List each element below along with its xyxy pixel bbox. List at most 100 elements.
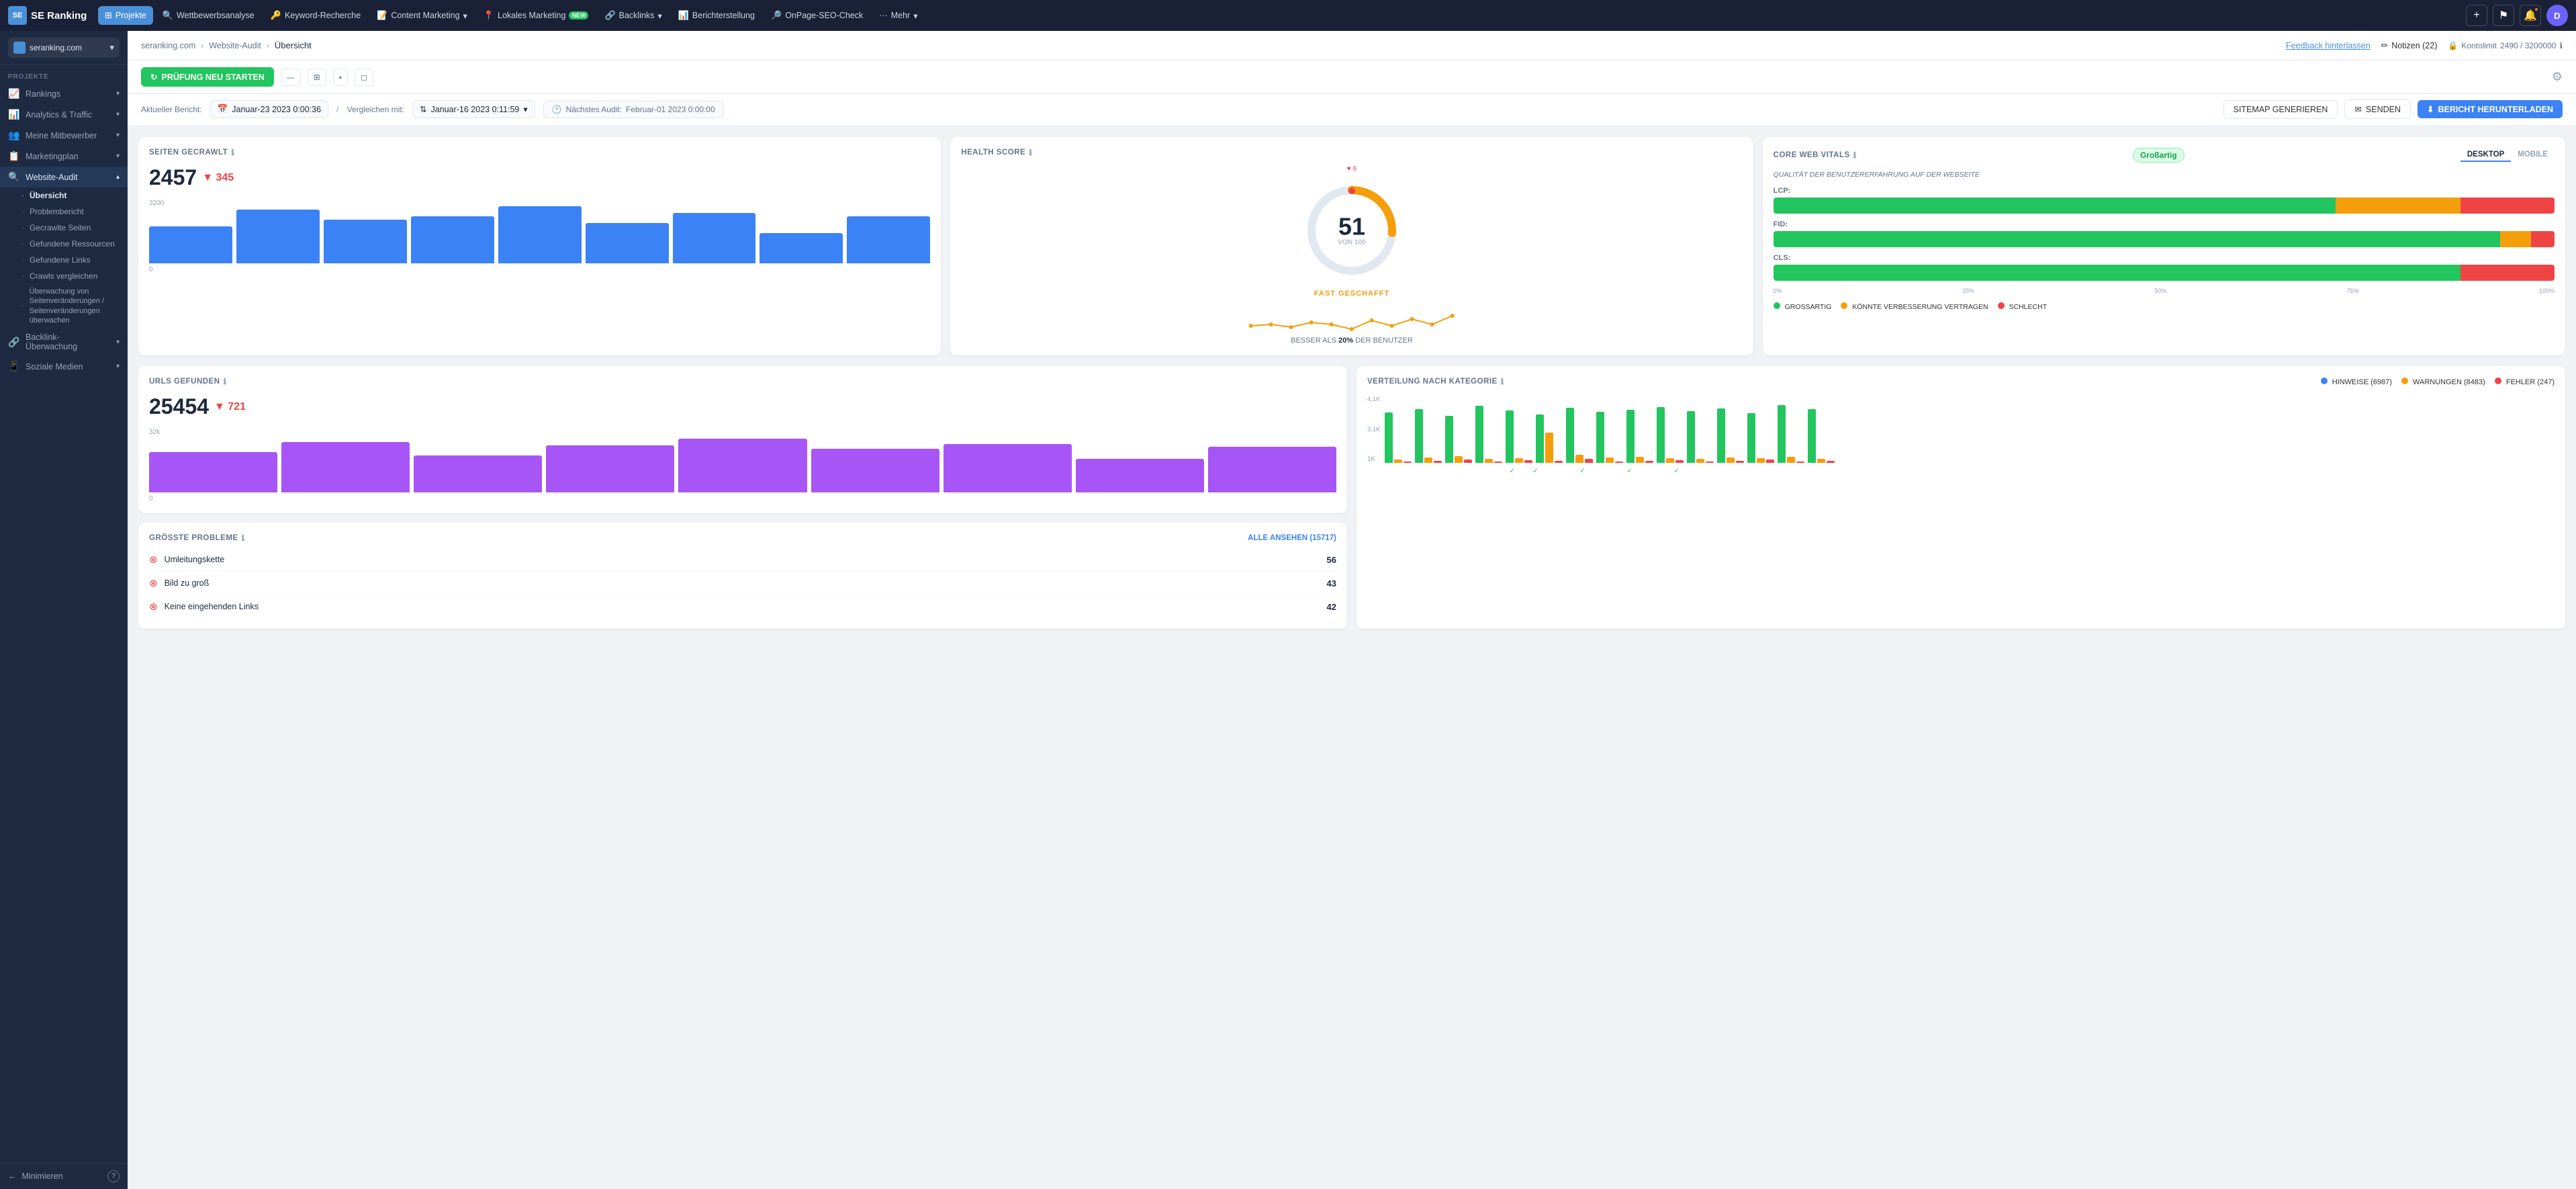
submenu-problembericht[interactable]: Problembericht bbox=[21, 204, 128, 220]
flag-button[interactable]: ⚑ bbox=[2493, 5, 2514, 26]
probleme-info-icon[interactable]: ℹ bbox=[242, 533, 245, 543]
cwv-cls-label: CLS: bbox=[1774, 254, 2555, 262]
vert-bar-2 bbox=[1555, 461, 1563, 463]
submenu-uberwachung[interactable]: Überwachung von Seitenveränderungen / Se… bbox=[21, 284, 128, 328]
sidebar-item-mitbewerber[interactable]: 👥 Meine Mitbewerber ▾ bbox=[0, 125, 128, 146]
add-button[interactable]: + bbox=[2466, 5, 2487, 26]
urls-y-min: 0 bbox=[149, 495, 1336, 502]
cwv-lcp-good bbox=[1774, 197, 2336, 214]
sidebar-item-marketingplan[interactable]: 📋 Marketingplan ▾ bbox=[0, 146, 128, 167]
submenu-ubersicht[interactable]: Übersicht bbox=[21, 187, 128, 204]
cwv-legend-good: GROSSARTIG bbox=[1774, 302, 1832, 311]
toolbar-action-3[interactable]: ▪ bbox=[333, 69, 348, 86]
health-score-title-text: HEALTH SCORE bbox=[961, 148, 1025, 157]
app-logo[interactable]: SE SE Ranking bbox=[8, 6, 89, 25]
sidebar-item-analytics[interactable]: 📊 Analytics & Traffic ▾ bbox=[0, 104, 128, 125]
download-button[interactable]: ⬇ BERICHT HERUNTERLADEN bbox=[2418, 100, 2563, 118]
donut-score: 51 bbox=[1338, 215, 1365, 239]
breadcrumb-seranking[interactable]: seranking.com bbox=[141, 41, 195, 50]
onpage-label: OnPage-SEO-Check bbox=[785, 11, 863, 20]
sidebar-item-soziale-medien[interactable]: 📱 Soziale Medien ▾ bbox=[0, 356, 128, 377]
compare-arrow-icon: ▾ bbox=[523, 104, 527, 114]
notifications-button[interactable]: 🔔 bbox=[2520, 5, 2541, 26]
submenu-gecrawlte-seiten[interactable]: Gecrawlte Seiten bbox=[21, 220, 128, 236]
nav-backlinks[interactable]: 🔗 Backlinks ▾ bbox=[598, 6, 668, 25]
project-selector[interactable]: seranking.com ▾ bbox=[0, 31, 128, 65]
seiten-bar bbox=[586, 223, 669, 263]
compare-icon: ⇅ bbox=[420, 104, 426, 114]
backlink-uberwachung-icon: 🔗 bbox=[8, 337, 20, 348]
nav-content[interactable]: 📝 Content Marketing ▾ bbox=[370, 6, 474, 25]
submenu-crawls-vergleichen[interactable]: Crawls vergleichen bbox=[21, 268, 128, 284]
prufung-neu-starten-button[interactable]: ↻ PRÜFUNG NEU STARTEN bbox=[141, 67, 274, 87]
aktueller-date-picker[interactable]: 📅 Januar-23 2023 0:00:36 bbox=[210, 100, 328, 118]
projekte-icon: ⊞ bbox=[105, 10, 112, 21]
date-divider: / bbox=[336, 104, 339, 114]
cwv-lcp-label: LCP: bbox=[1774, 187, 2555, 195]
senden-button[interactable]: ✉ SENDEN bbox=[2344, 99, 2411, 119]
verteilung-legend: HINWEISE (6987) WARNUNGEN (8483) FEHLER … bbox=[2321, 378, 2555, 386]
lokales-icon: 📍 bbox=[484, 10, 494, 21]
sidebar-item-website-audit[interactable]: 🔍 Website-Audit ▴ bbox=[0, 167, 128, 187]
verteilung-info-icon[interactable]: ℹ bbox=[1501, 377, 1504, 386]
nav-projekte[interactable]: ⊞ Projekte bbox=[98, 6, 153, 25]
minimize-arrow-icon: ← bbox=[8, 1172, 17, 1181]
marketingplan-label: Marketingplan bbox=[26, 152, 111, 161]
cwv-tab-desktop[interactable]: DESKTOP bbox=[2460, 148, 2511, 162]
nav-mehr[interactable]: ··· Mehr ▾ bbox=[872, 7, 924, 25]
sidebar-item-rankings[interactable]: 📈 Rankings ▾ bbox=[0, 83, 128, 104]
nav-berichterstellung[interactable]: 📊 Berichterstellung bbox=[672, 6, 762, 25]
nav-onpage[interactable]: 🔎 OnPage-SEO-Check bbox=[764, 6, 870, 25]
submenu-gefundene-ressourcen[interactable]: Gefundene Ressourcen bbox=[21, 236, 128, 252]
vert-dot-hinweise bbox=[2321, 378, 2328, 384]
grosste-probleme-card: GRÖSSTE PROBLEME ℹ ALLE ANSEHEN (15717) … bbox=[138, 523, 1347, 629]
vert-bar-2 bbox=[1766, 459, 1774, 463]
cwv-info-icon[interactable]: ℹ bbox=[1853, 150, 1857, 160]
nav-keyword[interactable]: 🔑 Keyword-Recherche bbox=[264, 6, 367, 25]
vert-bar-1 bbox=[1757, 458, 1765, 463]
urls-gefunden-info-icon[interactable]: ℹ bbox=[224, 377, 227, 386]
nav-wettbewerb[interactable]: 🔍 Wettbewerbsanalyse bbox=[156, 6, 261, 25]
next-audit-val: Februar-01 2023 0:00:00 bbox=[626, 105, 715, 114]
problem-name-1: Umleitungskette bbox=[165, 555, 1320, 564]
verteilung-header: VERTEILUNG NACH KATEGORIE ℹ HINWEISE (69… bbox=[1367, 377, 2555, 386]
vert-legend-warnungen: WARNUNGEN (8483) bbox=[2401, 378, 2485, 386]
toolbar-action-1[interactable]: — bbox=[281, 69, 301, 86]
submenu-gefundene-links[interactable]: Gefundene Links bbox=[21, 252, 128, 268]
vert-bar-1 bbox=[1515, 458, 1523, 463]
problem-icon-1: ⊗ bbox=[149, 554, 158, 566]
vert-bar-2 bbox=[1615, 461, 1623, 463]
cwv-axis-75: 75% bbox=[2347, 288, 2359, 294]
kontolimit-info-icon[interactable]: ℹ bbox=[2559, 41, 2563, 50]
website-audit-arrow-icon: ▴ bbox=[116, 173, 120, 181]
toolbar-action-2[interactable]: ⊞ bbox=[308, 69, 326, 86]
cwv-cls-poor bbox=[2460, 265, 2555, 281]
breadcrumb: seranking.com › Website-Audit › Übersich… bbox=[128, 31, 2576, 60]
website-audit-icon: 🔍 bbox=[8, 171, 20, 183]
marketingplan-arrow-icon: ▾ bbox=[116, 152, 120, 160]
breadcrumb-website-audit[interactable]: Website-Audit bbox=[209, 41, 261, 50]
sidebar-item-backlink-uberwachung[interactable]: 🔗 Backlink-Überwachung ▾ bbox=[0, 328, 128, 356]
vert-bar-0 bbox=[1808, 409, 1816, 463]
nav-lokales[interactable]: 📍 Lokales Marketing NEW bbox=[477, 6, 596, 25]
notes-button[interactable]: ✏ Notizen (22) bbox=[2381, 40, 2438, 50]
help-icon[interactable]: ? bbox=[107, 1170, 120, 1182]
vergleichen-label: Vergleichen mit: bbox=[347, 105, 404, 114]
compare-date-picker[interactable]: ⇅ Januar-16 2023 0:11:59 ▾ bbox=[412, 100, 535, 118]
alle-ansehen-link[interactable]: ALLE ANSEHEN (15717) bbox=[1248, 534, 1336, 542]
cwv-axis-25: 25% bbox=[1962, 288, 1974, 294]
vert-bar-group bbox=[1747, 413, 1774, 463]
vert-bar-group bbox=[1536, 414, 1563, 463]
sitemap-generieren-button[interactable]: SITEMAP GENERIEREN bbox=[2223, 100, 2338, 119]
seiten-gecrawlt-info-icon[interactable]: ℹ bbox=[231, 148, 234, 157]
feedback-link[interactable]: Feedback hinterlassen bbox=[2286, 41, 2371, 50]
settings-button[interactable]: ⚙ bbox=[2552, 70, 2563, 84]
minimize-button[interactable]: ← Minimieren ? bbox=[0, 1163, 128, 1189]
cwv-tab-mobile[interactable]: MOBILE bbox=[2511, 148, 2555, 162]
vert-bar-1 bbox=[1545, 433, 1553, 463]
health-score-info-icon[interactable]: ℹ bbox=[1029, 148, 1032, 157]
vert-bar-group bbox=[1475, 406, 1502, 463]
backlinks-arrow-icon: ▾ bbox=[657, 11, 661, 21]
toolbar-action-4[interactable]: ◻ bbox=[355, 69, 373, 86]
user-avatar[interactable]: D bbox=[2546, 5, 2568, 26]
